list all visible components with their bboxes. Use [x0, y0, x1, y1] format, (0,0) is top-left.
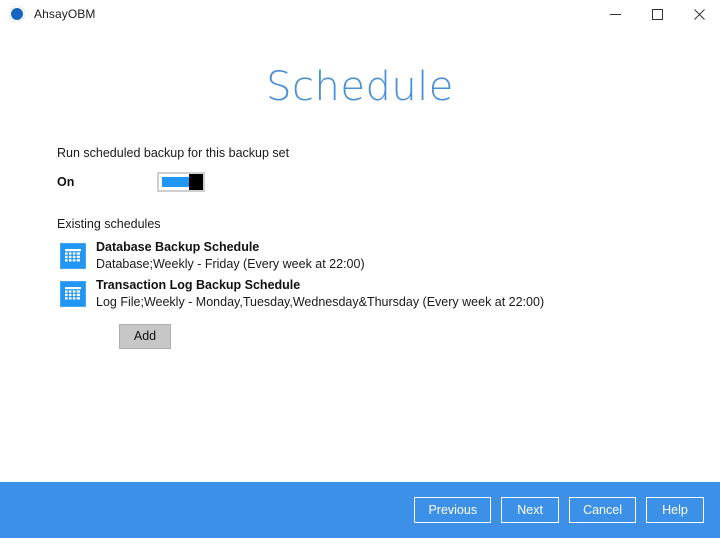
- schedule-toggle-row: On: [57, 171, 680, 193]
- maximize-button[interactable]: [636, 0, 678, 28]
- run-scheduled-backup-label: Run scheduled backup for this backup set: [57, 146, 290, 160]
- bullseye-icon: [9, 6, 25, 22]
- toggle-thumb[interactable]: [189, 174, 203, 190]
- schedule-texts: Transaction Log Backup Schedule Log File…: [96, 277, 544, 311]
- previous-button[interactable]: Previous: [414, 497, 492, 523]
- list-item[interactable]: Transaction Log Backup Schedule Log File…: [57, 277, 680, 311]
- calendar-icon: [60, 242, 86, 269]
- schedule-title: Database Backup Schedule: [96, 240, 260, 254]
- toggle-state-label: On: [57, 175, 75, 189]
- add-schedule-button[interactable]: Add: [119, 323, 171, 349]
- minimize-icon: [609, 9, 621, 20]
- close-button[interactable]: [678, 0, 720, 28]
- existing-schedules-label: Existing schedules: [57, 217, 161, 231]
- schedule-texts: Database Backup Schedule Database;Weekly…: [96, 239, 365, 273]
- help-button[interactable]: Help: [646, 497, 704, 523]
- window-titlebar: AhsayOBM: [0, 0, 720, 28]
- close-icon: [693, 8, 705, 20]
- next-button[interactable]: Next: [501, 497, 560, 523]
- run-scheduled-backup-toggle[interactable]: [157, 172, 205, 192]
- cancel-button[interactable]: Cancel: [569, 497, 636, 523]
- list-item[interactable]: Database Backup Schedule Database;Weekly…: [57, 239, 680, 273]
- schedule-description: Log File;Weekly - Monday,Tuesday,Wednesd…: [96, 294, 545, 309]
- minimize-button[interactable]: [594, 0, 636, 28]
- window-controls: [594, 0, 720, 28]
- window-title: AhsayOBM: [34, 7, 96, 21]
- maximize-icon: [651, 8, 663, 20]
- toggle-fill: [162, 177, 189, 187]
- schedule-description: Database;Weekly - Friday (Every week at …: [96, 256, 365, 271]
- schedule-list: Database Backup Schedule Database;Weekly…: [57, 239, 680, 311]
- page-title: Schedule: [266, 64, 454, 110]
- main-content: Run scheduled backup for this backup set…: [0, 146, 720, 349]
- schedule-title: Transaction Log Backup Schedule: [96, 277, 301, 292]
- calendar-icon: [60, 280, 86, 307]
- footer-bar: Previous Next Cancel Help: [0, 482, 720, 538]
